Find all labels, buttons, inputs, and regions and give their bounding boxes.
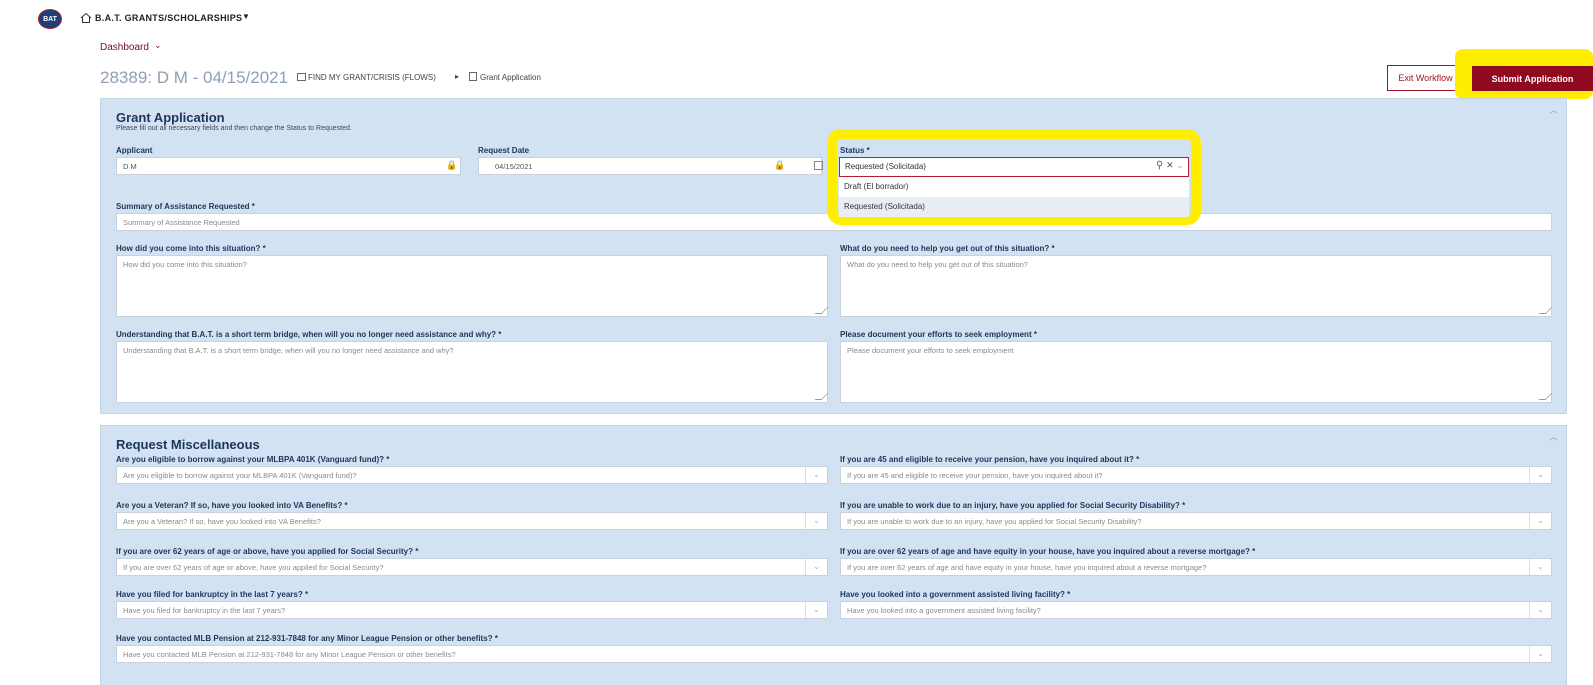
- pension45-placeholder: If you are 45 and eligible to receive yo…: [847, 471, 1103, 480]
- situation-label: How did you come into this situation? *: [116, 244, 266, 253]
- chevron-down-icon[interactable]: ⌄: [805, 559, 827, 575]
- resize-handle[interactable]: [1538, 307, 1553, 314]
- bankruptcy-placeholder: Have you filed for bankruptcy in the las…: [123, 606, 286, 615]
- collapse-icon[interactable]: ︿: [1549, 430, 1558, 443]
- resize-handle[interactable]: [1538, 393, 1553, 400]
- bridge-label: Understanding that B.A.T. is a short ter…: [116, 330, 502, 339]
- chevron-down-icon[interactable]: ⌄: [1176, 160, 1184, 170]
- pension45-label: If you are 45 and eligible to receive yo…: [840, 455, 1140, 464]
- chevron-down-icon[interactable]: ⌄: [805, 467, 827, 483]
- bridge-placeholder: Understanding that B.A.T. is a short ter…: [123, 346, 454, 355]
- request-misc-panel: ︿ Request Miscellaneous Are you eligible…: [100, 425, 1567, 685]
- chevron-down-icon[interactable]: ⌄: [1529, 602, 1551, 618]
- disability-select[interactable]: If you are unable to work due to an inju…: [840, 512, 1552, 530]
- q401k-placeholder: Are you eligible to borrow against your …: [123, 471, 357, 480]
- disability-label: If you are unable to work due to an inju…: [840, 501, 1186, 510]
- mlb-pension-select[interactable]: Have you contacted MLB Pension at 212-93…: [116, 645, 1552, 663]
- situation-textarea[interactable]: How did you come into this situation?: [116, 255, 829, 317]
- chevron-down-icon[interactable]: ⌄: [1529, 646, 1551, 662]
- collapse-icon[interactable]: ︿: [1549, 103, 1558, 116]
- mlb-pension-placeholder: Have you contacted MLB Pension at 212-93…: [123, 650, 456, 659]
- path-flows-link[interactable]: FIND MY GRANT/CRISIS (FLOWS): [308, 73, 436, 82]
- calendar-icon: [814, 161, 823, 170]
- record-title: 28389: D M - 04/15/2021: [100, 68, 289, 87]
- social-security-label: If you are over 62 years of age or above…: [116, 547, 419, 556]
- breadcrumb-dashboard[interactable]: Dashboard: [100, 42, 149, 53]
- panel-subtitle: Please fill out all necessary fields and…: [116, 125, 352, 132]
- employment-textarea[interactable]: Please document your efforts to seek emp…: [840, 341, 1553, 403]
- veteran-placeholder: Are you a Veteran? If so, have you looke…: [123, 517, 321, 526]
- clear-icon[interactable]: ✕: [1166, 160, 1174, 170]
- employment-label: Please document your efforts to seek emp…: [840, 330, 1037, 339]
- lock-icon: 🔒: [774, 160, 786, 170]
- chevron-down-icon[interactable]: ⌄: [1529, 513, 1551, 529]
- q401k-label: Are you eligible to borrow against your …: [116, 455, 390, 464]
- chevron-down-icon[interactable]: ⌄: [154, 40, 162, 51]
- resize-handle[interactable]: [814, 307, 829, 314]
- request-date-label: Request Date: [478, 146, 530, 155]
- chevron-down-icon[interactable]: ⌄: [1529, 467, 1551, 483]
- search-icon[interactable]: ⚲: [1156, 160, 1163, 171]
- veteran-label: Are you a Veteran? If so, have you looke…: [116, 501, 348, 510]
- reverse-mortgage-label: If you are over 62 years of age and have…: [840, 547, 1256, 556]
- chevron-down-icon[interactable]: ⌄: [805, 602, 827, 618]
- caret-down-icon[interactable]: ▼: [242, 12, 250, 21]
- veteran-select[interactable]: Are you a Veteran? If so, have you looke…: [116, 512, 828, 530]
- needs-label: What do you need to help you get out of …: [840, 244, 1055, 253]
- needs-placeholder: What do you need to help you get out of …: [847, 260, 1028, 269]
- bat-logo[interactable]: BAT: [38, 9, 62, 29]
- list-icon: [297, 73, 306, 81]
- home-icon[interactable]: [80, 12, 92, 24]
- chevron-down-icon[interactable]: ⌄: [805, 513, 827, 529]
- chevron-down-icon[interactable]: ⌄: [1529, 559, 1551, 575]
- social-security-placeholder: If you are over 62 years of age or above…: [123, 563, 384, 572]
- status-value: Requested (Solicitada): [845, 162, 926, 171]
- pension45-select[interactable]: If you are 45 and eligible to receive yo…: [840, 466, 1552, 484]
- bankruptcy-label: Have you filed for bankruptcy in the las…: [116, 590, 309, 599]
- needs-textarea[interactable]: What do you need to help you get out of …: [840, 255, 1553, 317]
- resize-handle[interactable]: [814, 393, 829, 400]
- app-header: BAT B.A.T. GRANTS/SCHOLARSHIPS ▼: [0, 8, 1593, 30]
- panel-title: Grant Application: [116, 110, 225, 125]
- path-grant-application: Grant Application: [480, 73, 541, 82]
- status-option-draft[interactable]: Draft (El borrador): [839, 177, 1189, 197]
- q401k-select[interactable]: Are you eligible to borrow against your …: [116, 466, 828, 484]
- exit-workflow-button[interactable]: Exit Workflow: [1387, 65, 1464, 91]
- submit-application-button[interactable]: Submit Application: [1472, 66, 1593, 91]
- chevron-right-icon: ▸: [455, 72, 460, 81]
- assisted-living-placeholder: Have you looked into a government assist…: [847, 606, 1041, 615]
- panel-title: Request Miscellaneous: [116, 437, 260, 452]
- status-select[interactable]: Requested (Solicitada) ⚲ ✕ ⌄: [839, 157, 1189, 177]
- document-icon: [469, 72, 477, 81]
- summary-label: Summary of Assistance Requested *: [116, 202, 255, 211]
- mlb-pension-label: Have you contacted MLB Pension at 212-93…: [116, 634, 498, 643]
- assisted-living-select[interactable]: Have you looked into a government assist…: [840, 601, 1552, 619]
- status-option-requested[interactable]: Requested (Solicitada): [839, 197, 1189, 217]
- applicant-field: D M: [116, 157, 461, 175]
- status-controls: ⚲ ✕ ⌄: [1156, 160, 1184, 171]
- applicant-label: Applicant: [116, 146, 153, 155]
- lock-icon: 🔒: [446, 160, 458, 170]
- situation-placeholder: How did you come into this situation?: [123, 260, 247, 269]
- bankruptcy-select[interactable]: Have you filed for bankruptcy in the las…: [116, 601, 828, 619]
- social-security-select[interactable]: If you are over 62 years of age or above…: [116, 558, 828, 576]
- app-title[interactable]: B.A.T. GRANTS/SCHOLARSHIPS: [95, 13, 242, 23]
- assisted-living-label: Have you looked into a government assist…: [840, 590, 1071, 599]
- bridge-textarea[interactable]: Understanding that B.A.T. is a short ter…: [116, 341, 829, 403]
- disability-placeholder: If you are unable to work due to an inju…: [847, 517, 1142, 526]
- reverse-mortgage-select[interactable]: If you are over 62 years of age and have…: [840, 558, 1552, 576]
- reverse-mortgage-placeholder: If you are over 62 years of age and have…: [847, 563, 1207, 572]
- request-date-field: 04/15/2021: [478, 157, 822, 175]
- employment-placeholder: Please document your efforts to seek emp…: [847, 346, 1014, 355]
